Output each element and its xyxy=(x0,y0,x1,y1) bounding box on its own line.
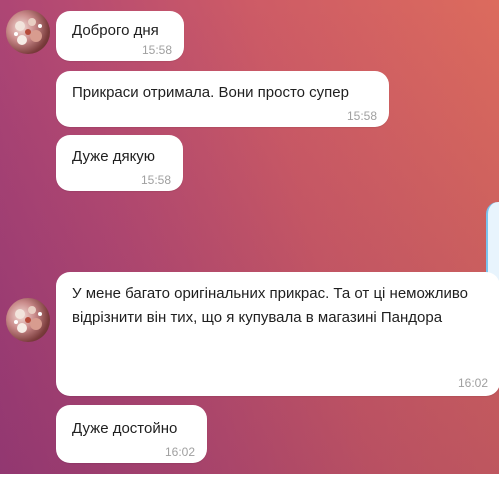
message-bubble[interactable]: Дуже дякую 15:58 xyxy=(56,135,183,191)
message-time: 16:02 xyxy=(164,445,195,459)
avatar-photo-icon xyxy=(14,18,42,45)
message-time: 16:02 xyxy=(457,376,488,390)
message-bubble[interactable]: Дуже достойно 16:02 xyxy=(56,405,207,463)
message-text: Прикраси отримала. Вони просто супер xyxy=(72,84,349,101)
message-bubble[interactable]: У мене багато оригінальних прикрас. Та о… xyxy=(56,272,499,396)
message-text: Доброго дня xyxy=(72,22,159,39)
message-time: 15:58 xyxy=(140,173,171,187)
message-text: Дуже достойно xyxy=(72,420,178,437)
message-text: Дуже дякую xyxy=(72,148,156,165)
avatar[interactable] xyxy=(6,298,50,342)
message-text: У мене багато оригінальних прикрас. Та о… xyxy=(72,285,468,326)
chat-background: Доброго дня 15:58 Прикраси отримала. Вон… xyxy=(0,0,499,474)
avatar[interactable] xyxy=(6,10,50,54)
message-time: 15:58 xyxy=(346,109,377,123)
message-bubble[interactable]: Прикраси отримала. Вони просто супер 15:… xyxy=(56,71,389,127)
message-time: 15:58 xyxy=(141,43,172,57)
bottom-strip xyxy=(0,474,499,500)
message-bubble[interactable]: Доброго дня 15:58 xyxy=(56,11,184,61)
avatar-photo-icon xyxy=(14,306,42,333)
